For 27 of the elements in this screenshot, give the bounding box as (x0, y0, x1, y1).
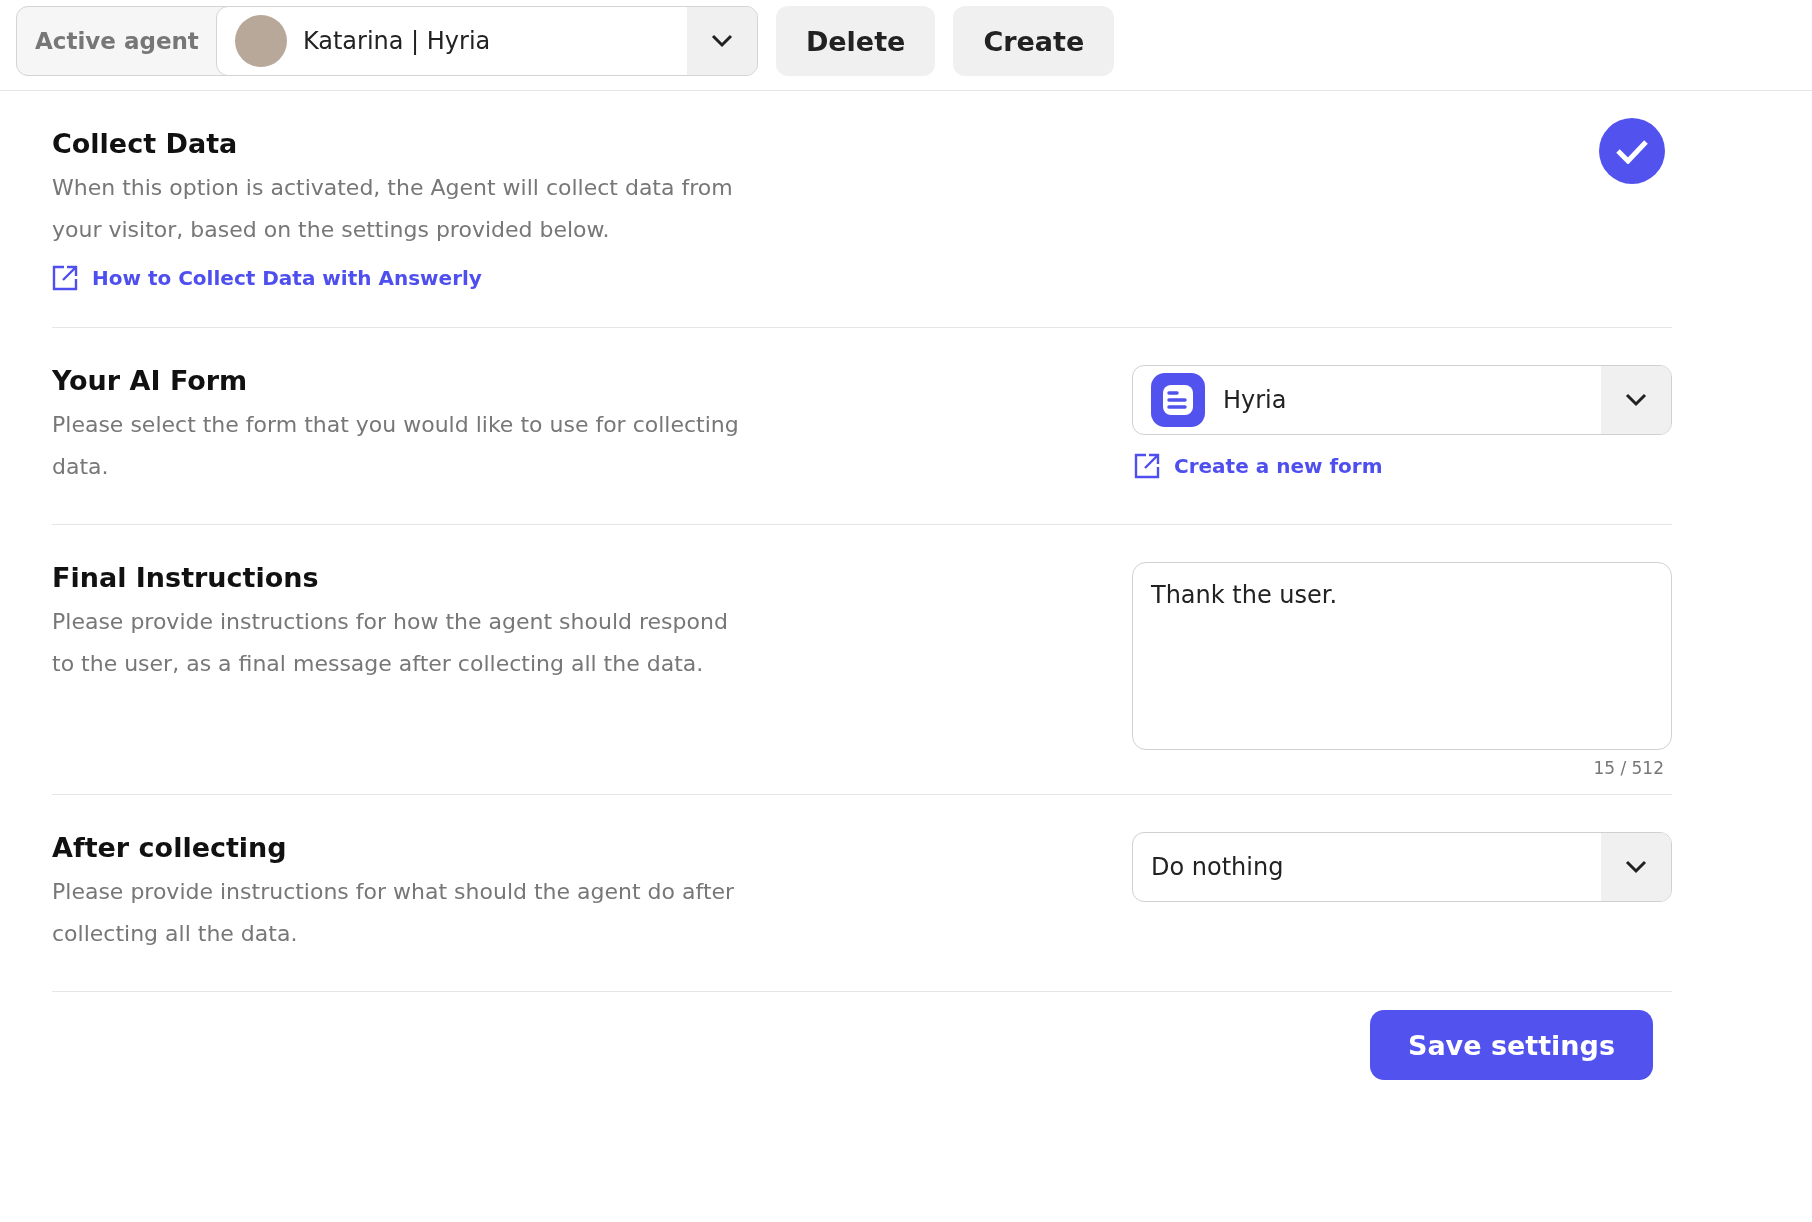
avatar-circle (234, 15, 287, 67)
agent-select[interactable]: Katarina | Hyria (215, 6, 758, 76)
delete-button[interactable]: Delete (775, 6, 936, 76)
form-select[interactable]: Hyria (1132, 365, 1672, 435)
character-counter: 15 / 512 (1593, 758, 1664, 778)
action-select[interactable]: Do nothing (1132, 832, 1672, 902)
section-title: After collecting (52, 832, 288, 863)
section-title: Final Instructions (52, 562, 320, 593)
create-button[interactable]: Create (953, 6, 1115, 76)
section-title: Your AI Form (52, 365, 249, 396)
checkmark-icon (1615, 138, 1649, 164)
form-icon (1151, 373, 1205, 427)
section-description: Please provide instructions for how the agent should respond to the user, as a final message after collecting all the data. (52, 608, 729, 678)
help-link[interactable]: How to Collect Data with Answerly (52, 265, 482, 291)
chevron-down-icon (1625, 860, 1647, 874)
external-link-icon (52, 265, 78, 291)
section-description: Please select the form that you would like to use for collecting data. (52, 411, 740, 481)
external-link-icon (1134, 453, 1160, 479)
section-description: When this option is activated, the Agent will collect data from your visitor, based on the settings provided below. (52, 174, 734, 244)
section-description: Please provide instructions for what should the agent do after collecting all the data. (52, 878, 736, 948)
chevron-down-icon (1625, 393, 1647, 407)
chevron-down-icon (710, 34, 733, 48)
instructions-field[interactable]: Thank the user. (1132, 562, 1672, 750)
save-button[interactable]: Save settings (1369, 1010, 1653, 1080)
agent-label: Active agent (34, 28, 200, 54)
create-form-link[interactable]: Create a new form (1134, 453, 1383, 479)
section-title: Collect Data (52, 128, 239, 159)
